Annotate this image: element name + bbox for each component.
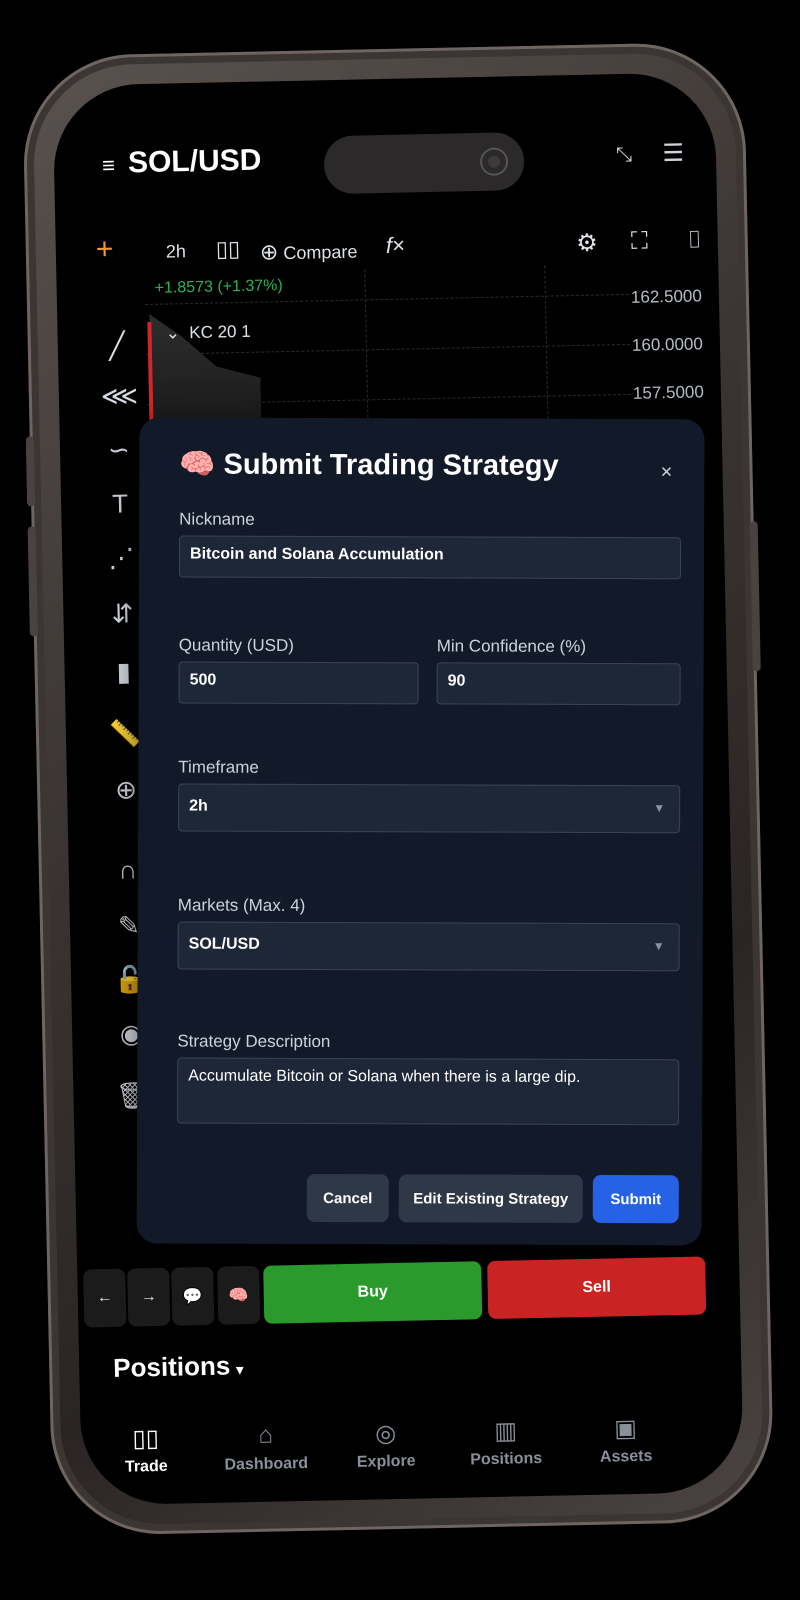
wallet-icon: ▣ <box>613 1414 638 1443</box>
timeframe-label: Timeframe <box>178 757 259 777</box>
chat-button[interactable]: 💬 <box>171 1266 215 1326</box>
markets-select[interactable]: SOL/USD ▼ <box>177 921 680 972</box>
prediction-icon[interactable]: ⇵ <box>105 598 140 630</box>
markets-value: SOL/USD <box>188 935 260 953</box>
positions-header[interactable]: Positions ▾ <box>113 1350 244 1384</box>
screenshot-icon[interactable]: ⌷ <box>687 226 702 254</box>
indicator-name: KC 20 1 <box>189 321 251 343</box>
chevron-down-icon: ▾ <box>236 1361 244 1378</box>
volume-up-button <box>25 436 36 507</box>
compass-icon: ◎ <box>374 1420 397 1448</box>
nickname-label: Nickname <box>179 509 255 529</box>
description-textarea[interactable]: Accumulate Bitcoin or Solana when there … <box>177 1057 680 1126</box>
submit-strategy-modal: 🧠 Submit Trading Strategy × Nickname Bit… <box>136 417 705 1246</box>
nav-label: Trade <box>124 1457 168 1476</box>
fib-icon[interactable]: ⋘ <box>101 380 139 412</box>
nav-label: Positions <box>470 1449 543 1469</box>
nav-label: Explore <box>356 1452 416 1471</box>
nav-explore[interactable]: ◎ Explore <box>330 1418 441 1472</box>
close-icon[interactable]: × <box>661 461 673 484</box>
forward-button[interactable]: → <box>127 1267 171 1327</box>
min-confidence-label: Min Confidence (%) <box>436 636 587 656</box>
compare-label: Compare <box>283 241 358 264</box>
nav-positions[interactable]: ▥ Positions <box>450 1416 561 1470</box>
icons-icon[interactable]: ▮ <box>106 656 141 688</box>
collapse-icon[interactable]: ⤡ <box>616 144 632 167</box>
settings-icon[interactable]: ⚙ <box>576 229 598 258</box>
bottom-navigation: ▯▯ Trade ⌂ Dashboard ◎ Explore ▥ Positio… <box>80 1412 744 1506</box>
grid-line <box>146 343 630 356</box>
action-bar: ← → 💬 🧠 Buy Sell <box>77 1256 740 1334</box>
interval-selector[interactable]: 2h <box>166 241 186 262</box>
strategy-button[interactable]: 🧠 <box>217 1265 261 1325</box>
dropdown-arrow-icon: ▼ <box>653 801 666 816</box>
nav-assets[interactable]: ▣ Assets <box>570 1413 681 1467</box>
text-icon[interactable]: T <box>103 488 138 520</box>
back-button[interactable]: ← <box>83 1268 127 1328</box>
chevron-down-icon: ⌄ <box>165 323 181 343</box>
positions-title: Positions <box>112 1350 231 1383</box>
candlestick-icon[interactable]: ▯▯ <box>216 236 241 263</box>
brush-icon[interactable]: ∽ <box>102 434 137 466</box>
trend-line-icon[interactable]: ╱ <box>100 330 135 362</box>
nav-label: Dashboard <box>224 1454 309 1474</box>
quantity-label: Quantity (USD) <box>178 635 294 655</box>
price-label: 160.0000 <box>631 334 704 355</box>
nav-trade[interactable]: ▯▯ Trade <box>90 1423 201 1477</box>
nav-dashboard[interactable]: ⌂ Dashboard <box>210 1421 321 1475</box>
min-confidence-input[interactable]: 90 <box>436 662 681 706</box>
top-bar: ≡ SOL/USD ⤡ ☰ <box>54 132 717 206</box>
pattern-icon[interactable]: ⋰ <box>104 542 139 574</box>
nickname-input[interactable]: Bitcoin and Solana Accumulation <box>178 535 682 580</box>
description-label: Strategy Description <box>177 1031 331 1052</box>
app-screen: ≡ SOL/USD ⤡ ☰ + 2h ▯▯ ⊕ Compare f× ⚙ ⛶ ⌷… <box>52 72 744 1506</box>
candlestick-icon: ▯▯ <box>132 1424 160 1453</box>
quantity-input[interactable]: 500 <box>178 661 419 705</box>
indicators-icon[interactable]: f× <box>386 233 406 259</box>
symbol-title[interactable]: SOL/USD <box>128 144 262 181</box>
price-label: 162.5000 <box>630 286 703 307</box>
price-label: 157.5000 <box>632 382 705 403</box>
fullscreen-icon[interactable]: ⛶ <box>631 227 648 255</box>
cancel-button[interactable]: Cancel <box>306 1173 389 1223</box>
ruler-icon[interactable]: 📏 <box>108 718 143 750</box>
sell-button[interactable]: Sell <box>487 1256 707 1320</box>
menu-icon[interactable]: ≡ <box>102 153 115 179</box>
timeframe-select[interactable]: 2h ▼ <box>178 783 681 834</box>
timeframe-value: 2h <box>189 797 208 815</box>
bar-chart-icon: ▥ <box>494 1417 518 1445</box>
price-change: +1.8573 (+1.37%) <box>154 277 283 297</box>
hamburger-icon[interactable]: ☰ <box>662 139 684 168</box>
submit-button[interactable]: Submit <box>592 1174 679 1224</box>
crosshair-icon[interactable]: + <box>95 233 113 267</box>
nav-label: Assets <box>599 1447 653 1466</box>
indicator-label[interactable]: ⌄ KC 20 1 <box>165 322 251 344</box>
markets-label: Markets (Max. 4) <box>177 895 306 915</box>
add-circle-icon: ⊕ <box>259 239 279 265</box>
buy-button[interactable]: Buy <box>263 1261 483 1324</box>
modal-title: 🧠 Submit Trading Strategy <box>179 448 559 482</box>
dropdown-arrow-icon: ▼ <box>652 939 665 954</box>
home-icon: ⌂ <box>258 1421 274 1449</box>
compare-button[interactable]: ⊕ Compare <box>260 238 358 266</box>
phone-frame: ≡ SOL/USD ⤡ ☰ + 2h ▯▯ ⊕ Compare f× ⚙ ⛶ ⌷… <box>21 41 775 1537</box>
edit-existing-strategy-button[interactable]: Edit Existing Strategy <box>398 1174 583 1223</box>
